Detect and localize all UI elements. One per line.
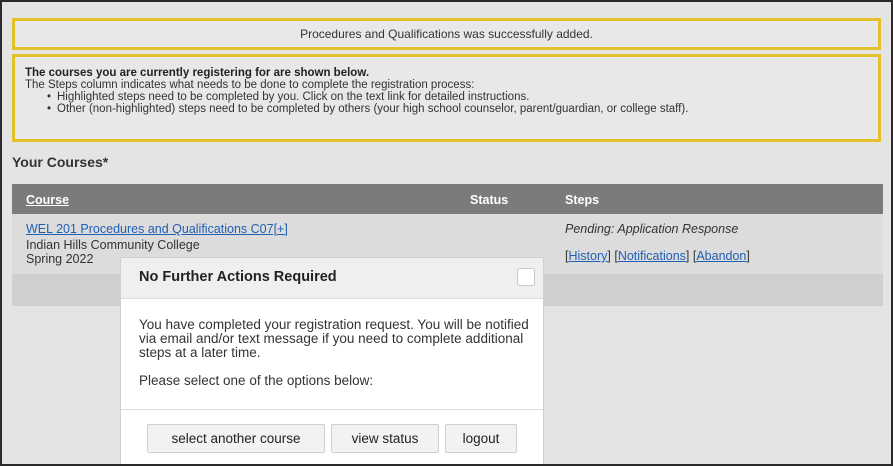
course-link[interactable]: WEL 201 Procedures and Qualifications C0… — [26, 222, 288, 236]
select-another-course-button[interactable]: select another course — [147, 424, 325, 453]
instructions-bullet: Highlighted steps need to be completed b… — [47, 91, 868, 103]
dialog-message: You have completed your registration req… — [139, 317, 529, 360]
success-banner: Procedures and Qualifications was succes… — [12, 18, 881, 50]
course-school: Indian Hills Community College — [26, 238, 200, 252]
courses-table-header: Course Status Steps — [12, 184, 883, 214]
no-further-actions-dialog: No Further Actions Required You have com… — [120, 257, 544, 464]
column-header-course[interactable]: Course — [26, 193, 69, 207]
instructions-bullet: Other (non-highlighted) steps need to be… — [47, 103, 868, 115]
steps-actions: [History] [Notifications] [Abandon] — [565, 249, 750, 263]
dialog-divider — [121, 409, 543, 410]
dialog-header: No Further Actions Required — [121, 258, 543, 299]
instructions-headline: The courses you are currently registerin… — [25, 67, 370, 79]
dialog-body: You have completed your registration req… — [139, 318, 529, 388]
instructions-list: Highlighted steps need to be completed b… — [25, 91, 868, 115]
column-header-status: Status — [470, 193, 509, 207]
steps-pending-text: Pending: Application Response — [565, 222, 739, 236]
section-title: Your Courses* — [12, 154, 109, 170]
history-link[interactable]: History — [568, 249, 607, 263]
dialog-prompt: Please select one of the options below: — [139, 373, 374, 388]
dialog-title: No Further Actions Required — [139, 269, 337, 285]
course-term: Spring 2022 — [26, 252, 94, 266]
dialog-close-checkbox[interactable] — [517, 268, 535, 286]
logout-button[interactable]: logout — [445, 424, 517, 453]
abandon-link[interactable]: Abandon — [696, 249, 746, 263]
page: Procedures and Qualifications was succes… — [2, 2, 891, 464]
notifications-link[interactable]: Notifications — [618, 249, 686, 263]
view-status-button[interactable]: view status — [331, 424, 439, 453]
success-message: Procedures and Qualifications was succes… — [300, 27, 593, 41]
instructions-box: The courses you are currently registerin… — [12, 54, 881, 142]
instructions-description: The Steps column indicates what needs to… — [25, 79, 475, 91]
column-header-steps: Steps — [565, 193, 600, 207]
